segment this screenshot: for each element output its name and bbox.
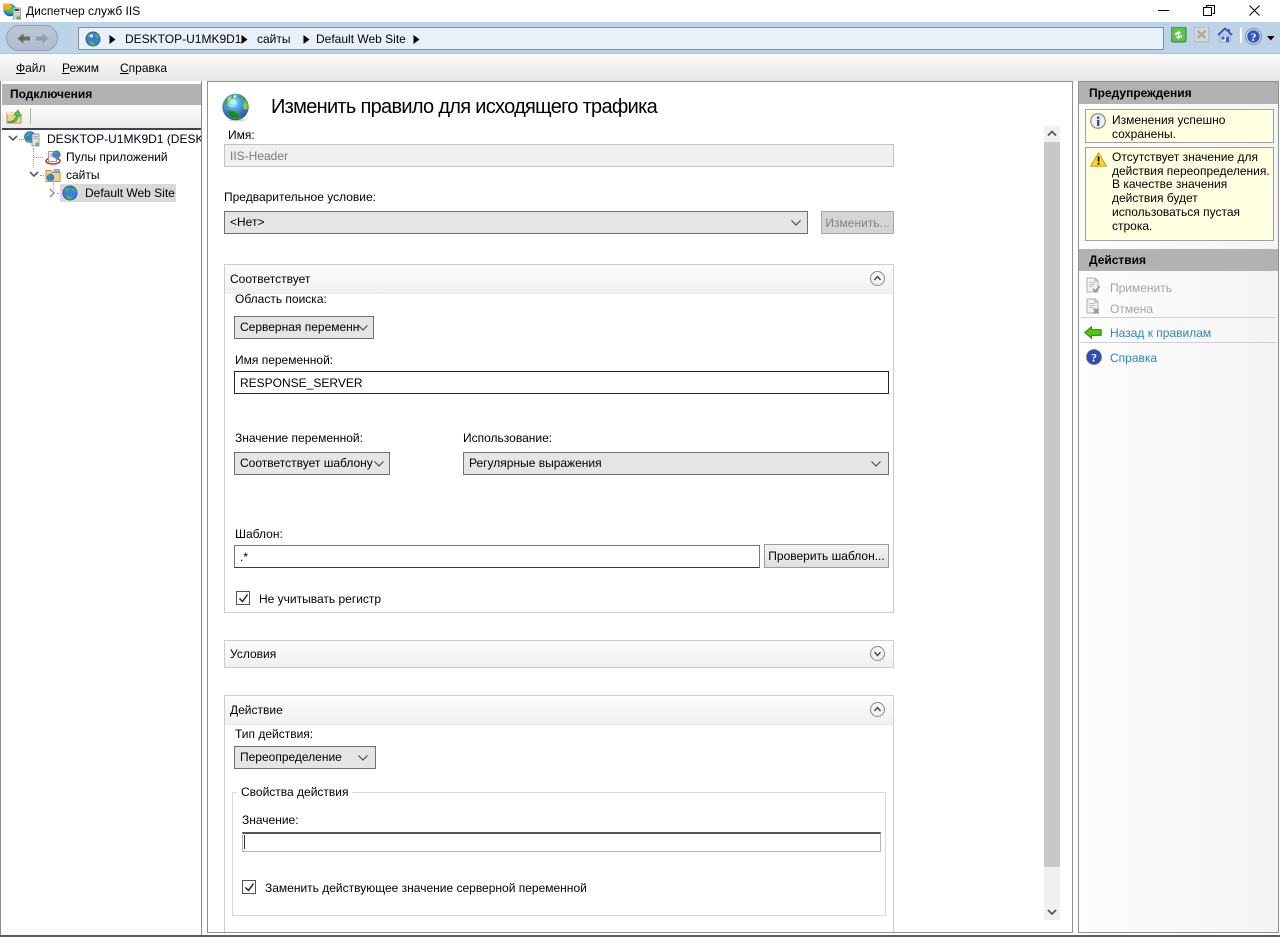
- svg-text:?: ?: [1091, 351, 1097, 365]
- svg-text:?: ?: [1251, 30, 1257, 44]
